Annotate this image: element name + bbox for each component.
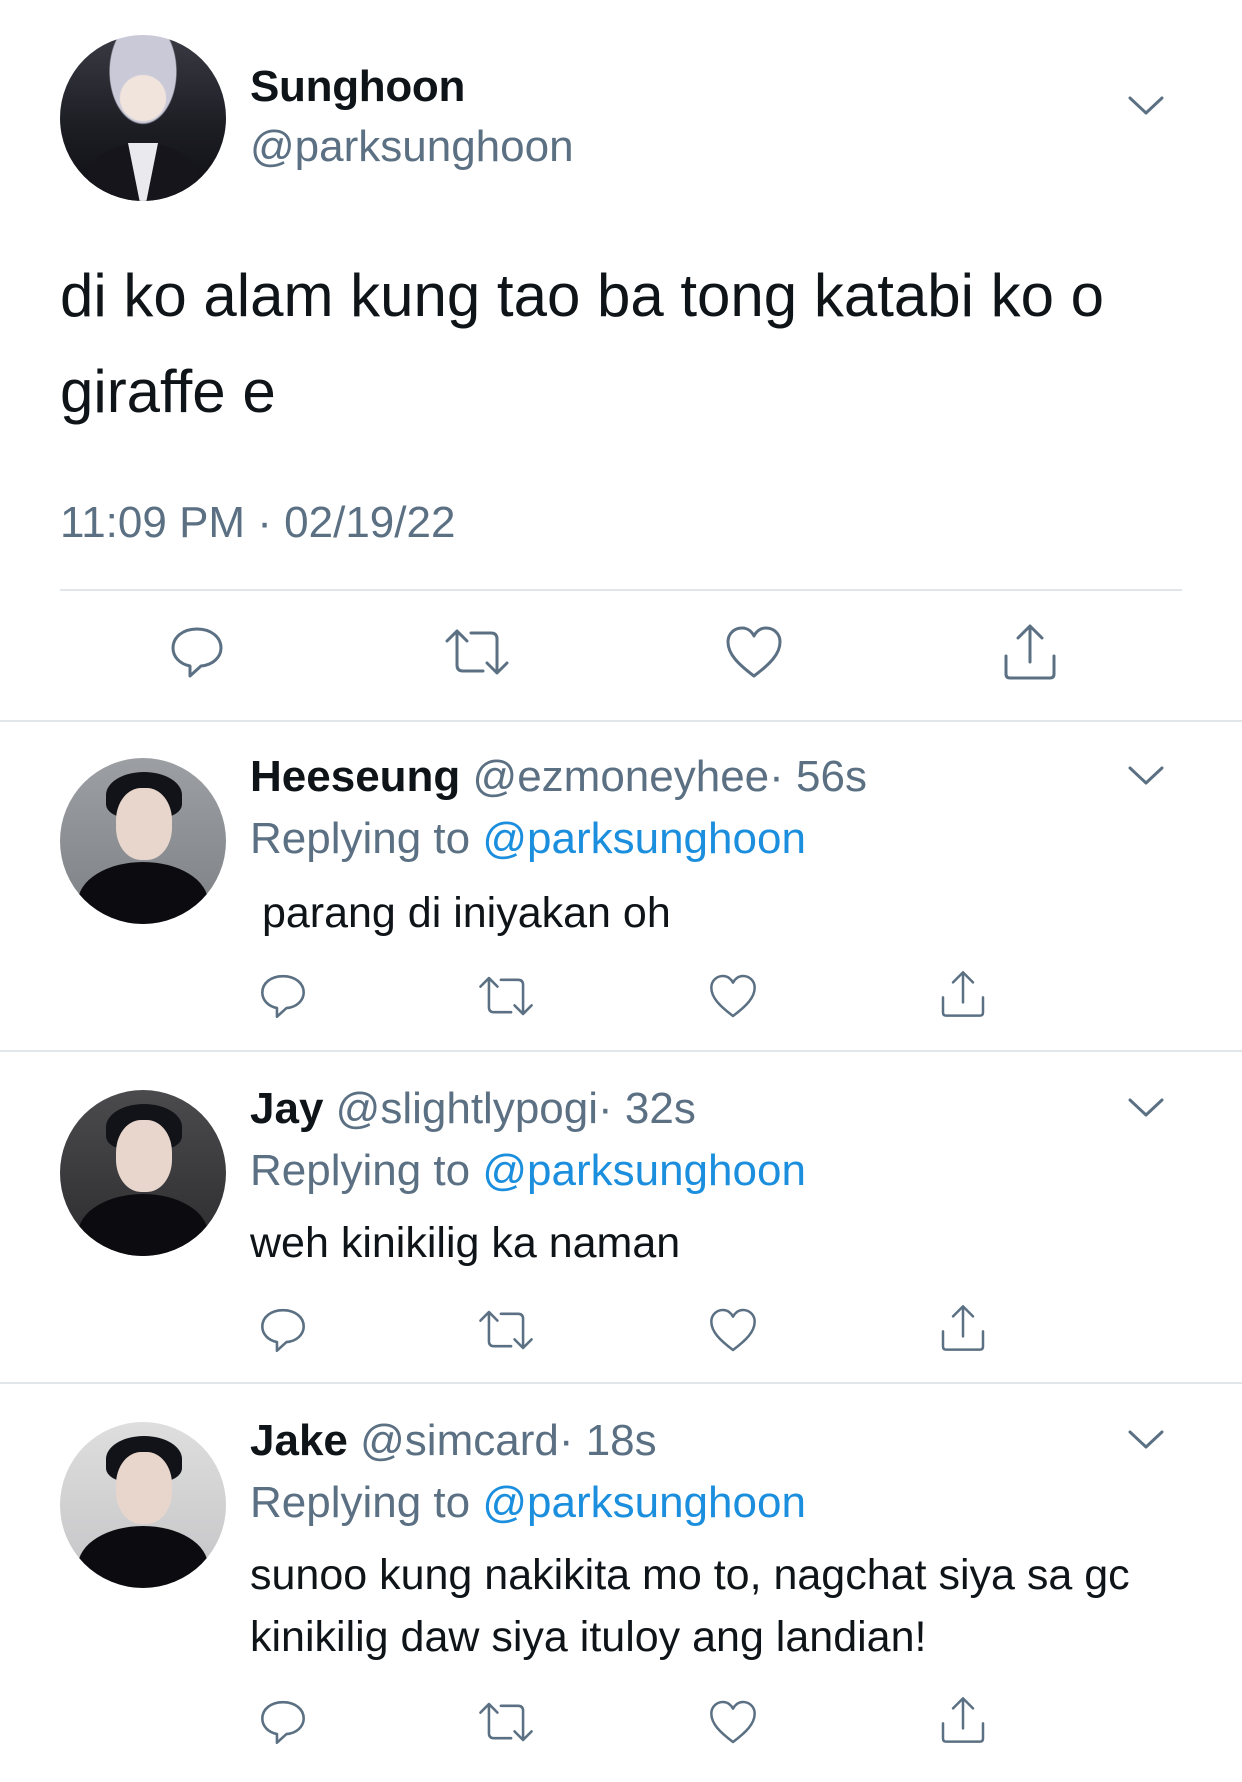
reply-header: Jake @simcard· 18s (250, 1416, 657, 1466)
retweet-icon[interactable] (474, 968, 538, 1024)
avatar-body (78, 1194, 208, 1256)
avatar-body (78, 862, 208, 924)
heart-icon[interactable] (705, 1694, 761, 1750)
reply-text: weh kinikilig ka naman (250, 1219, 681, 1267)
heart-icon[interactable] (705, 968, 761, 1024)
avatar-face (116, 1120, 172, 1192)
main-tweet: Sunghoon @parksunghoon di ko alam kung t… (0, 0, 1242, 722)
avatar[interactable] (60, 758, 226, 924)
replying-prefix: Replying to (250, 1478, 483, 1527)
reply-time: · 18s (558, 1416, 657, 1465)
avatar-face (116, 788, 172, 860)
retweet-icon[interactable] (474, 1302, 538, 1358)
tweet-actions (0, 620, 1242, 692)
reply-tweet[interactable]: Jake @simcard· 18s Replying to @parksung… (0, 1384, 1242, 1782)
reply-time: · 56s (769, 752, 867, 801)
author-name[interactable]: Heeseung (250, 752, 460, 801)
tweet-timestamp[interactable]: 11:09 PM · 02/19/22 (60, 498, 455, 548)
mention-link[interactable]: @parksunghoon (482, 1478, 806, 1527)
reply-icon[interactable] (255, 968, 311, 1024)
author-name[interactable]: Jay (250, 1084, 323, 1133)
chevron-down-icon[interactable] (1128, 1098, 1164, 1124)
avatar-body (78, 1526, 208, 1588)
author-handle[interactable]: @ezmoneyhee (473, 752, 770, 801)
share-icon[interactable] (935, 966, 991, 1022)
tweet-thread: Sunghoon @parksunghoon di ko alam kung t… (0, 0, 1242, 1782)
replying-to: Replying to @parksunghoon (250, 814, 806, 864)
replying-prefix: Replying to (250, 1146, 483, 1195)
reply-tweet[interactable]: Heeseung @ezmoneyhee· 56s Replying to @p… (0, 722, 1242, 1052)
avatar[interactable] (60, 35, 226, 201)
retweet-icon[interactable] (442, 620, 512, 684)
author-handle[interactable]: @parksunghoon (250, 122, 574, 172)
author-handle[interactable]: @slightlypogi (336, 1084, 598, 1133)
author-name[interactable]: Jake (250, 1416, 348, 1465)
share-icon[interactable] (935, 1692, 991, 1748)
author-handle[interactable]: @simcard (360, 1416, 559, 1465)
divider (60, 589, 1182, 591)
tweet-text: di ko alam kung tao ba tong katabi ko o … (60, 262, 1105, 425)
reply-icon[interactable] (165, 620, 229, 684)
mention-link[interactable]: @parksunghoon (482, 1146, 806, 1195)
chevron-down-icon[interactable] (1128, 766, 1164, 792)
heart-icon[interactable] (705, 1302, 761, 1358)
chevron-down-icon[interactable] (1128, 1430, 1164, 1456)
reply-text: sunoo kung nakikita mo to, nagchat siya … (250, 1551, 1130, 1661)
reply-tweet[interactable]: Jay @slightlypogi· 32s Replying to @park… (0, 1052, 1242, 1384)
chevron-down-icon[interactable] (1128, 96, 1164, 122)
reply-header: Heeseung @ezmoneyhee· 56s (250, 752, 867, 802)
replying-to: Replying to @parksunghoon (250, 1146, 806, 1196)
author-name[interactable]: Sunghoon (250, 62, 465, 112)
retweet-icon[interactable] (474, 1694, 538, 1750)
avatar[interactable] (60, 1090, 226, 1256)
reply-icon[interactable] (255, 1302, 311, 1358)
reply-header: Jay @slightlypogi· 32s (250, 1084, 696, 1134)
avatar-face (116, 1452, 172, 1524)
heart-icon[interactable] (722, 620, 786, 684)
reply-time: · 32s (598, 1084, 696, 1133)
avatar[interactable] (60, 1422, 226, 1588)
share-icon[interactable] (998, 620, 1062, 684)
replying-to: Replying to @parksunghoon (250, 1478, 806, 1528)
mention-link[interactable]: @parksunghoon (482, 814, 806, 863)
reply-icon[interactable] (255, 1694, 311, 1750)
replying-prefix: Replying to (250, 814, 483, 863)
reply-text: parang di iniyakan oh (250, 889, 671, 937)
share-icon[interactable] (935, 1300, 991, 1356)
